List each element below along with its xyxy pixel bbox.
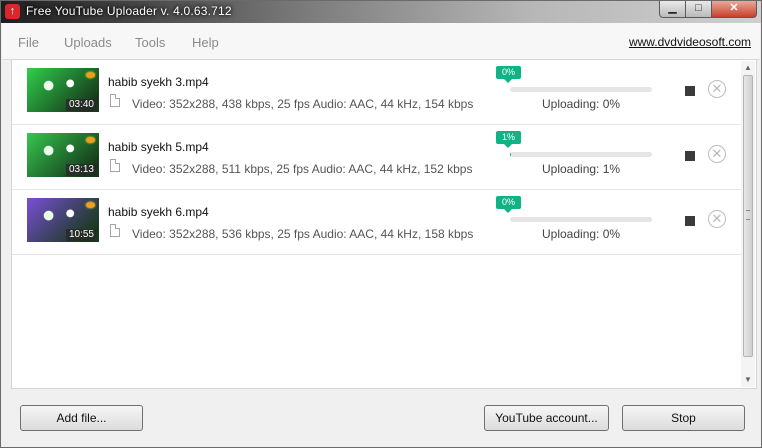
upload-row[interactable]: 03:13 habib syekh 5.mp4 Video: 352x288, …: [12, 125, 742, 190]
window-title: Free YouTube Uploader v. 4.0.63.712: [26, 4, 232, 18]
video-duration: 03:13: [65, 164, 97, 176]
menu-uploads[interactable]: Uploads: [64, 35, 112, 50]
file-icon: [110, 159, 120, 172]
progress-bar: [510, 217, 652, 222]
youtube-account-button[interactable]: YouTube account...: [484, 405, 609, 431]
upload-list: 03:40 habib syekh 3.mp4 Video: 352x288, …: [11, 59, 757, 389]
up-arrow-icon: ↑: [5, 4, 20, 19]
scrollbar-thumb[interactable]: [743, 75, 753, 357]
progress-percent-badge: 0%: [496, 66, 522, 83]
video-thumbnail: 10:55: [27, 198, 99, 242]
thumbnail-logo-icon: [86, 137, 95, 143]
upload-status: Uploading: 1%: [542, 162, 621, 176]
cancel-upload-icon[interactable]: ✕: [708, 80, 726, 98]
minimize-button[interactable]: ▁: [659, 1, 686, 18]
upload-status: Uploading: 0%: [542, 97, 621, 111]
file-name: habib syekh 6.mp4: [108, 205, 209, 219]
vertical-scrollbar[interactable]: ▲ ▼: [741, 61, 755, 387]
stop-button[interactable]: Stop: [622, 405, 745, 431]
progress-bar: [510, 87, 652, 92]
thumbnail-logo-icon: [86, 202, 95, 208]
thumbnail-logo-icon: [86, 72, 95, 78]
media-info: Video: 352x288, 438 kbps, 25 fps Audio: …: [132, 97, 474, 111]
title-bar[interactable]: ↑ Free YouTube Uploader v. 4.0.63.712 ▁ …: [1, 1, 761, 23]
stop-square-icon[interactable]: [685, 151, 695, 161]
cancel-upload-icon[interactable]: ✕: [708, 210, 726, 228]
maximize-button[interactable]: □: [685, 1, 712, 18]
stop-square-icon[interactable]: [685, 216, 695, 226]
scroll-down-arrow-icon[interactable]: ▼: [741, 373, 755, 387]
progress-fill: [510, 152, 512, 157]
scroll-up-arrow-icon[interactable]: ▲: [741, 61, 755, 75]
menu-bar: File Uploads Tools Help www.dvdvideosoft…: [2, 23, 760, 60]
video-duration: 10:55: [65, 229, 97, 241]
video-thumbnail: 03:13: [27, 133, 99, 177]
app-window: ↑ Free YouTube Uploader v. 4.0.63.712 ▁ …: [0, 0, 762, 448]
progress-bar: [510, 152, 652, 157]
file-name: habib syekh 3.mp4: [108, 75, 209, 89]
media-info: Video: 352x288, 511 kbps, 25 fps Audio: …: [132, 162, 473, 176]
upload-row[interactable]: 03:40 habib syekh 3.mp4 Video: 352x288, …: [12, 60, 742, 125]
add-file-button[interactable]: Add file...: [20, 405, 143, 431]
file-icon: [110, 94, 120, 107]
upload-row[interactable]: 10:55 habib syekh 6.mp4 Video: 352x288, …: [12, 190, 742, 255]
media-info: Video: 352x288, 536 kbps, 25 fps Audio: …: [132, 227, 474, 241]
grip-icon: [746, 210, 750, 220]
cancel-upload-icon[interactable]: ✕: [708, 145, 726, 163]
progress-percent-badge: 1%: [496, 131, 522, 148]
website-link[interactable]: www.dvdvideosoft.com: [629, 35, 751, 49]
menu-file[interactable]: File: [18, 35, 39, 50]
stop-square-icon[interactable]: [685, 86, 695, 96]
upload-status: Uploading: 0%: [542, 227, 621, 241]
menu-help[interactable]: Help: [192, 35, 219, 50]
video-thumbnail: 03:40: [27, 68, 99, 112]
progress-percent-badge: 0%: [496, 196, 522, 213]
video-duration: 03:40: [65, 99, 97, 111]
close-button[interactable]: ✕: [711, 1, 757, 18]
menu-tools[interactable]: Tools: [135, 35, 165, 50]
file-icon: [110, 224, 120, 237]
file-name: habib syekh 5.mp4: [108, 140, 209, 154]
